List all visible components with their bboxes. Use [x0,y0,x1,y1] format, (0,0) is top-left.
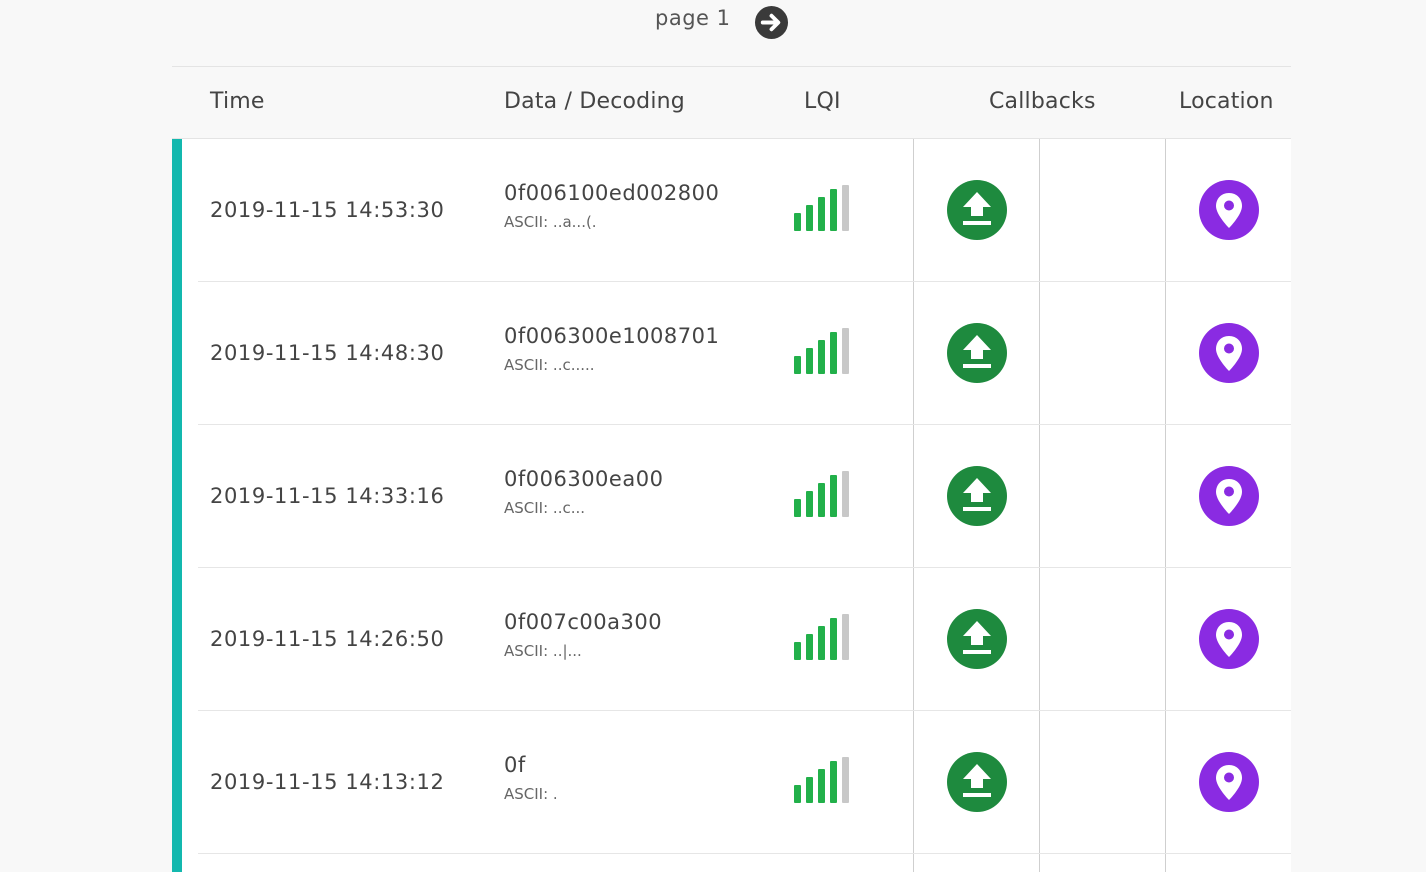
table-header: Time Data / Decoding LQI Callbacks Locat… [172,66,1291,139]
data-hex: 0f007c00a300 [504,610,663,634]
table-body: 2019-11-15 14:53:30 0f006100ed002800 ASC… [172,139,1291,872]
signal-bar [830,189,837,231]
table-row[interactable]: 2019-11-15 14:26:50 0f007c00a300 ASCII: … [172,568,1291,711]
message-data: 0f007c00a300 ASCII: ..|... [504,610,662,660]
signal-bars-icon [794,471,849,517]
map-pin-icon[interactable] [1199,323,1259,383]
signal-bar [806,348,813,374]
signal-bars-icon [794,614,849,660]
signal-bar [818,197,825,231]
table-row[interactable]: 2019-11-15 14:13:12 0f ASCII: . [172,711,1291,854]
message-time: 2019-11-15 14:26:50 [210,627,445,651]
next-page-icon[interactable] [754,5,789,40]
upload-arrow-icon[interactable] [947,323,1007,383]
signal-bar [806,491,813,517]
data-hex: 0f [504,753,526,777]
signal-bar [842,757,849,803]
data-ascii: ASCII: ..|... [504,642,582,660]
signal-bar [818,626,825,660]
signal-bar [830,618,837,660]
signal-bar [830,475,837,517]
message-time: 2019-11-15 14:53:30 [210,198,445,222]
header-data-decoding[interactable]: Data / Decoding [504,89,685,114]
header-time[interactable]: Time [210,89,265,114]
signal-bar [842,471,849,517]
signal-bar [806,634,813,660]
upload-arrow-icon[interactable] [947,752,1007,812]
data-ascii: ASCII: . [504,785,558,803]
header-location[interactable]: Location [1179,89,1274,114]
map-pin-icon[interactable] [1199,609,1259,669]
signal-bar [794,499,801,517]
message-time: 2019-11-15 14:48:30 [210,341,445,365]
header-callbacks[interactable]: Callbacks [989,89,1096,114]
signal-bar [806,777,813,803]
message-time: 2019-11-15 14:13:12 [210,770,445,794]
signal-bars-icon [794,328,849,374]
message-data: 0f006300e1008701 ASCII: ..c..... [504,324,719,374]
message-data: 0f ASCII: . [504,753,558,803]
signal-bars-icon [794,757,849,803]
data-ascii: ASCII: ..a...(. [504,213,597,231]
data-ascii: ASCII: ..c..... [504,356,595,374]
map-pin-icon[interactable] [1199,752,1259,812]
header-lqi[interactable]: LQI [804,89,841,114]
row-divider [198,853,1291,854]
signal-bar [842,328,849,374]
map-pin-icon[interactable] [1199,180,1259,240]
data-hex: 0f006300e1008701 [504,324,720,348]
signal-bar [794,213,801,231]
page-label: page 1 [655,6,731,30]
signal-bar [794,642,801,660]
messages-table: Time Data / Decoding LQI Callbacks Locat… [172,66,1291,872]
map-pin-icon[interactable] [1199,466,1259,526]
signal-bar [818,769,825,803]
pagination: page 1 [0,0,1426,44]
signal-bar [842,185,849,231]
signal-bar [842,614,849,660]
signal-bar [830,761,837,803]
data-hex: 0f006300ea00 [504,467,664,491]
data-ascii: ASCII: ..c... [504,499,586,517]
message-data: 0f006100ed002800 ASCII: ..a...(. [504,181,719,231]
message-data: 0f006300ea00 ASCII: ..c... [504,467,663,517]
signal-bar [806,205,813,231]
upload-arrow-icon[interactable] [947,466,1007,526]
data-hex: 0f006100ed002800 [504,181,720,205]
upload-arrow-icon[interactable] [947,180,1007,240]
table-row[interactable]: 2019-11-15 14:48:30 0f006300e1008701 ASC… [172,282,1291,425]
signal-bar [818,340,825,374]
signal-bar [818,483,825,517]
signal-bar [794,785,801,803]
table-row[interactable]: 2019-11-15 14:33:16 0f006300ea00 ASCII: … [172,425,1291,568]
signal-bar [794,356,801,374]
signal-bars-icon [794,185,849,231]
table-row[interactable]: 2019-11-15 14:53:30 0f006100ed002800 ASC… [172,139,1291,282]
signal-bar [830,332,837,374]
message-time: 2019-11-15 14:33:16 [210,484,445,508]
upload-arrow-icon[interactable] [947,609,1007,669]
